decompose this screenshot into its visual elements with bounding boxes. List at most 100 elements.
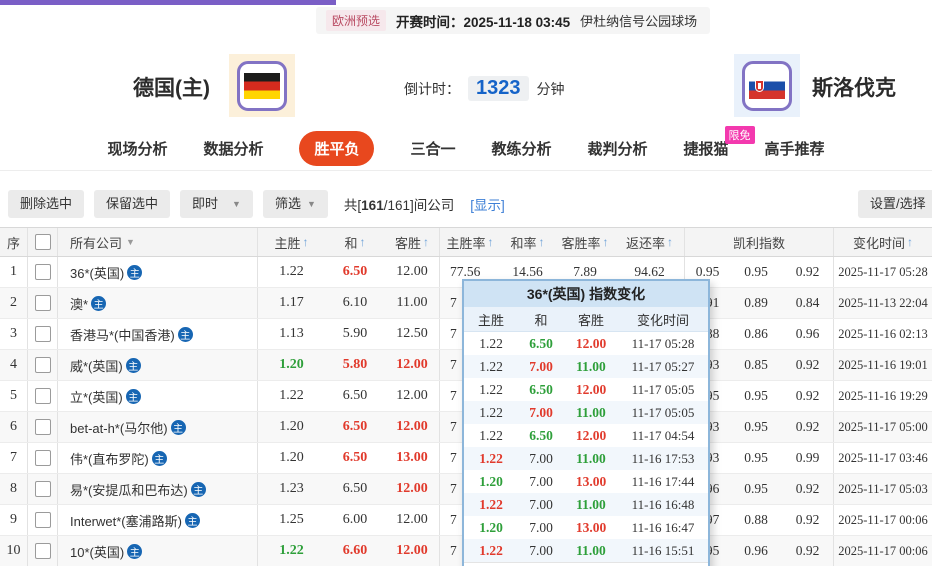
popup-odds-away: 11.00 [576, 542, 606, 558]
odds-away: 12.00 [385, 381, 440, 411]
delete-selected-button[interactable]: 删除选中 [8, 190, 85, 218]
header-draw-odds[interactable]: 和 ↑ [325, 228, 385, 256]
kelly-draw: 0.95 [744, 481, 768, 496]
odds-away: 12.00 [385, 474, 440, 504]
countdown-value: 1323 [468, 76, 529, 101]
popup-row: 1.22 7.00 11.00 11-16 16:48 [464, 493, 708, 516]
odds-away: 12.00 [385, 412, 440, 442]
odds-home: 1.23 [279, 481, 304, 496]
select-all-checkbox[interactable] [34, 234, 51, 250]
popup-odds-home: 1.22 [479, 542, 503, 558]
main-badge: 主 [151, 450, 167, 466]
popup-odds-home: 1.22 [479, 335, 503, 351]
chevron-down-icon: ▼ [232, 199, 241, 209]
row-checkbox[interactable] [34, 512, 51, 528]
row-checkbox[interactable] [34, 481, 51, 497]
company-name[interactable]: 36*(英国) 主 [58, 257, 258, 287]
popup-header: 主胜 和 客胜 变化时间 [464, 307, 708, 332]
popup-change-time: 11-16 16:47 [631, 519, 695, 535]
row-checkbox[interactable] [34, 295, 51, 311]
company-name[interactable]: 香港马*(中国香港) 主 [58, 319, 258, 349]
header-home-odds[interactable]: 主胜 ↑ [258, 228, 325, 256]
row-checkbox[interactable] [34, 326, 51, 342]
company-name[interactable]: 10*(英国) 主 [58, 536, 258, 566]
company-count: 共[161/161]间公司 [343, 198, 455, 213]
countdown: 倒计时： 1323 分钟 [404, 76, 565, 101]
tab-coach[interactable]: 教练分析 [492, 138, 552, 159]
row-checkbox[interactable] [34, 357, 51, 373]
header-away-odds[interactable]: 客胜 ↑ [385, 228, 440, 256]
kelly-draw: 0.96 [744, 543, 768, 558]
popup-odds-home: 1.22 [479, 496, 503, 512]
header-away-rate[interactable]: 客胜率 ↑ [555, 228, 615, 256]
company-name[interactable]: 澳* 主 [58, 288, 258, 318]
tab-referee[interactable]: 裁判分析 [588, 138, 648, 159]
popup-odds-draw: 7.00 [529, 496, 553, 512]
tab-live[interactable]: 现场分析 [107, 138, 167, 159]
league-badge: 欧洲预选 [326, 10, 387, 31]
row-checkbox-cell [28, 505, 58, 535]
nav-tabs: 现场分析 数据分析 胜平负 三合一 教练分析 裁判分析 捷报猫 限免 高手推荐 [0, 126, 932, 171]
settings-button[interactable]: 设置/选择 [858, 190, 932, 218]
popup-row: 1.22 7.00 11.00 11-17 05:27 [464, 355, 708, 378]
header-change-time[interactable]: 变化时间 ↑ [834, 228, 932, 256]
header-return-rate[interactable]: 返还率 ↑ [615, 228, 685, 256]
company-name[interactable]: 伟*(直布罗陀) 主 [58, 443, 258, 473]
row-checkbox[interactable] [34, 450, 51, 466]
row-checkbox[interactable] [34, 264, 51, 280]
company-name[interactable]: bet-at-h*(马尔他) 主 [58, 412, 258, 442]
odds-home: 1.20 [279, 357, 304, 372]
company-name[interactable]: 威*(英国) 主 [58, 350, 258, 380]
popup-change-time: 11-16 17:53 [631, 450, 695, 466]
away-team-name: 斯洛伐克 [812, 77, 896, 100]
header-draw-rate[interactable]: 和率 ↑ [500, 228, 555, 256]
row-checkbox[interactable] [34, 419, 51, 435]
change-time: 2025-11-17 05:28 [838, 264, 928, 279]
tab-1x2[interactable]: 胜平负 [299, 131, 375, 166]
popup-odds-draw: 6.50 [529, 427, 553, 443]
tab-3in1[interactable]: 三合一 [410, 138, 455, 159]
show-link[interactable]: [显示] [470, 194, 505, 214]
popup-title: 36*(英国) 指数变化 [464, 281, 708, 307]
header-company[interactable]: 所有公司 ▼ [58, 228, 258, 256]
popup-change-time: 11-16 17:44 [631, 473, 695, 489]
tab-expert[interactable]: 高手推荐 [765, 138, 825, 159]
sort-up-icon: ↑ [487, 235, 494, 249]
row-index: 4 [0, 350, 28, 380]
away-flag-box [734, 54, 800, 117]
keep-selected-button[interactable]: 保留选中 [94, 190, 171, 218]
row-checkbox[interactable] [34, 543, 51, 559]
kelly-away: 0.84 [782, 288, 834, 318]
home-flag-box [229, 54, 295, 117]
tab-data[interactable]: 数据分析 [203, 138, 263, 159]
row-index: 3 [0, 319, 28, 349]
kelly-away: 0.92 [782, 381, 834, 411]
filter-dropdown[interactable]: 筛选 ▼ [262, 190, 328, 218]
odds-away: 11.00 [385, 288, 440, 318]
kelly-draw: 0.89 [744, 295, 768, 310]
odds-home: 1.17 [279, 295, 304, 310]
popup-header-away: 客胜 [577, 312, 604, 328]
company-name[interactable]: Interwet*(塞浦路斯) 主 [58, 505, 258, 535]
tab-jiebao[interactable]: 捷报猫 限免 [684, 126, 755, 159]
sort-up-icon: ↑ [302, 235, 309, 249]
popup-row: 1.22 6.50 12.00 11-17 05:28 [464, 332, 708, 355]
row-index: 1 [0, 257, 28, 287]
odds-away: 13.00 [385, 443, 440, 473]
popup-change-time: 11-17 05:28 [631, 335, 695, 351]
company-name[interactable]: 易*(安提瓜和巴布达) 主 [58, 474, 258, 504]
odds-away: 12.50 [385, 319, 440, 349]
row-checkbox[interactable] [34, 388, 51, 404]
popup-odds-away: 12.00 [575, 427, 607, 443]
header-home-rate[interactable]: 主胜率 ↑ [440, 228, 500, 256]
odds-draw: 6.50 [342, 450, 368, 465]
sort-up-icon: ↑ [907, 235, 913, 249]
row-checkbox-cell [28, 474, 58, 504]
popup-odds-draw: 7.00 [529, 519, 553, 535]
company-name[interactable]: 立*(英国) 主 [58, 381, 258, 411]
odds-away: 12.00 [385, 505, 440, 535]
change-time: 2025-11-13 22:04 [838, 295, 928, 310]
row-checkbox-cell [28, 288, 58, 318]
popup-odds-away: 11.00 [576, 450, 606, 466]
time-mode-dropdown[interactable]: 即时 ▼ [180, 190, 253, 218]
